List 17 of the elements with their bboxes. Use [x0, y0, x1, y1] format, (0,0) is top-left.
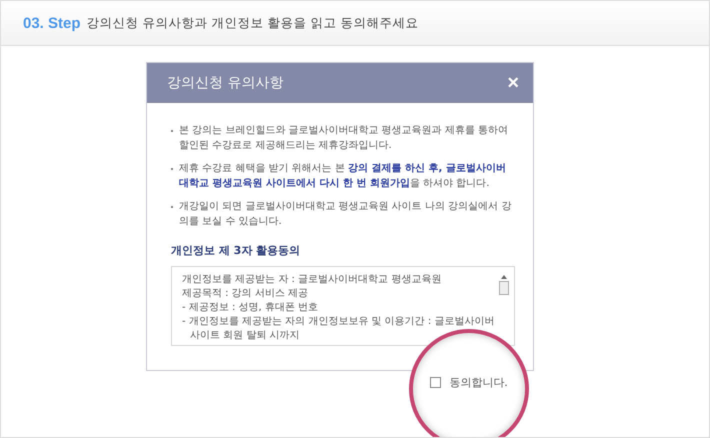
consent-line: - 제공정보 : 성명, 휴대폰 번호 [182, 301, 320, 315]
notice-text: 제휴 수강료 혜택을 받기 위해서는 본 강의 결제를 하신 후, 글로벌사이버대학교 평생교육원 사이트에서 다시 한 번 회원가입을 하셔야 합니다. [171, 161, 515, 191]
dialog-title: 강의신청 유의사항 [167, 74, 284, 92]
notice-text: 본 강의는 브레인힐드와 글로벌사이버대학교 평생교육원과 제휴를 통하여 할인된 수강료로 제공해드리는 제휴강좌입니다. [171, 123, 515, 153]
notice-text: 개강일이 되면 글로벌사이버대학교 평생교육원 사이트 나의 강의실에서 강의를 보실 수 있습니다. [171, 199, 515, 229]
consent-line: 제공목적 : 강의 서비스 제공 [182, 287, 310, 301]
agree-checkbox[interactable] [430, 376, 442, 388]
consent-line: 사이트 회원 탈퇴 시까지 [189, 329, 301, 343]
consent-textbox[interactable]: 개인정보를 제공받는 자 : 글로벌사이버대학교 평생교육원 제공목적 : 강의 서비스 제공 - 제공정보 : 성명, 휴대폰 번호 - 개인정보를 제공받는 자의 개인정보보유 및 이용기간 : 글로벌사이버 사이트 회원 탈퇴 시까지 [171, 266, 515, 346]
scroll-up-icon[interactable] [501, 275, 507, 279]
consent-title: 개인정보 제 3자 활용동의 [171, 243, 302, 258]
consent-line: - 개인정보를 제공받는 자의 개인정보보유 및 이용기간 : 글로벌사이버 [182, 315, 496, 329]
agree-label: 동의합니다. [449, 374, 508, 390]
step-title: 강의신청 유의사항과 개인정보 활용을 읽고 동의해주세요 [86, 14, 418, 32]
step-number: 03. Step [23, 14, 81, 32]
scrollbar-thumb[interactable] [499, 281, 509, 295]
consent-line: 개인정보를 제공받는 자 : 글로벌사이버대학교 평생교육원 [182, 273, 442, 287]
